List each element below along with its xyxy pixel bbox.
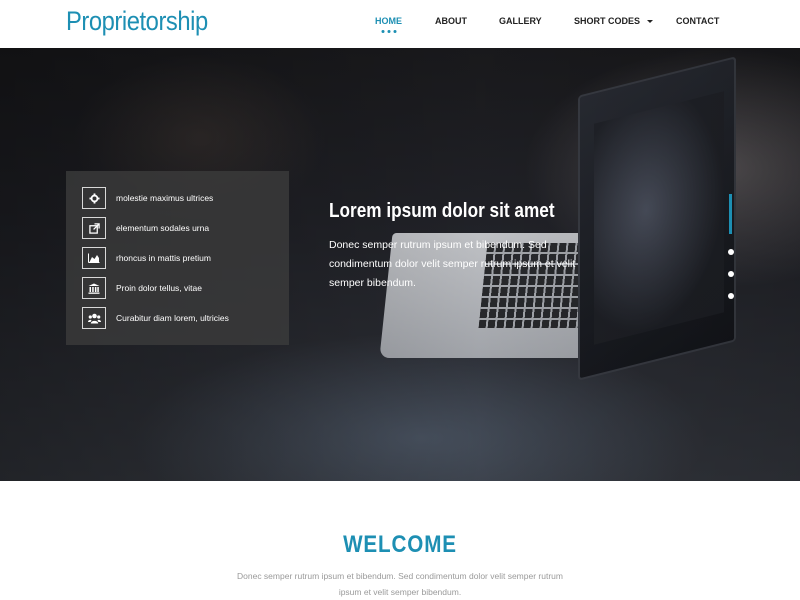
external-link-icon — [82, 217, 106, 239]
users-icon — [82, 307, 106, 329]
slider-dot[interactable] — [728, 293, 734, 299]
welcome-title: WELCOME — [343, 531, 457, 558]
feature-item[interactable]: Proin dolor tellus, vitae — [82, 277, 202, 299]
feature-label: Proin dolor tellus, vitae — [116, 283, 202, 293]
nav-about[interactable]: ABOUT — [435, 16, 467, 26]
feature-label: elementum sodales urna — [116, 223, 210, 233]
welcome-description: Donec semper rutrum ipsum et bibendum. S… — [237, 571, 563, 597]
nav-gallery[interactable]: GALLERY — [499, 16, 542, 26]
nav-about-label: ABOUT — [435, 16, 467, 26]
feature-item[interactable]: elementum sodales urna — [82, 217, 209, 239]
nav-contact-label: CONTACT — [676, 16, 720, 26]
gear-icon — [82, 187, 106, 209]
site-header: Proprietorship HOME ABOUT GALLERY SHORT … — [0, 0, 800, 48]
feature-label: molestie maximus ultrices — [116, 193, 214, 203]
bank-icon — [82, 277, 106, 299]
nav-gallery-label: GALLERY — [499, 16, 542, 26]
nav-short-codes[interactable]: SHORT CODES — [574, 16, 653, 26]
feature-list-panel: molestie maximus ultrices elementum soda… — [66, 171, 289, 345]
feature-item[interactable]: molestie maximus ultrices — [82, 187, 213, 209]
area-chart-icon — [82, 247, 106, 269]
nav-short-codes-label: SHORT CODES — [574, 16, 641, 26]
nav-contact[interactable]: CONTACT — [676, 16, 719, 26]
slider-dot[interactable] — [728, 271, 734, 277]
hero-description: Donec semper rutrum ipsum et bibendum. S… — [329, 239, 576, 289]
feature-item[interactable]: Curabitur diam lorem, ultricies — [82, 307, 229, 329]
feature-label: rhoncus in mattis pretium — [116, 253, 211, 263]
welcome-section: WELCOME Donec semper rutrum ipsum et bib… — [0, 481, 800, 600]
nav-home[interactable]: HOME — [375, 16, 402, 33]
feature-item[interactable]: rhoncus in mattis pretium — [82, 247, 211, 269]
hero-title: Lorem ipsum dolor sit amet — [329, 200, 555, 222]
feature-label: Curabitur diam lorem, ultricies — [116, 313, 229, 323]
active-indicator-dots — [381, 30, 396, 33]
slider-indicator-active[interactable] — [729, 194, 732, 234]
slider-dot[interactable] — [728, 249, 734, 255]
nav-home-label: HOME — [375, 16, 402, 26]
site-logo[interactable]: Proprietorship — [66, 6, 208, 37]
caret-down-icon — [646, 20, 653, 24]
